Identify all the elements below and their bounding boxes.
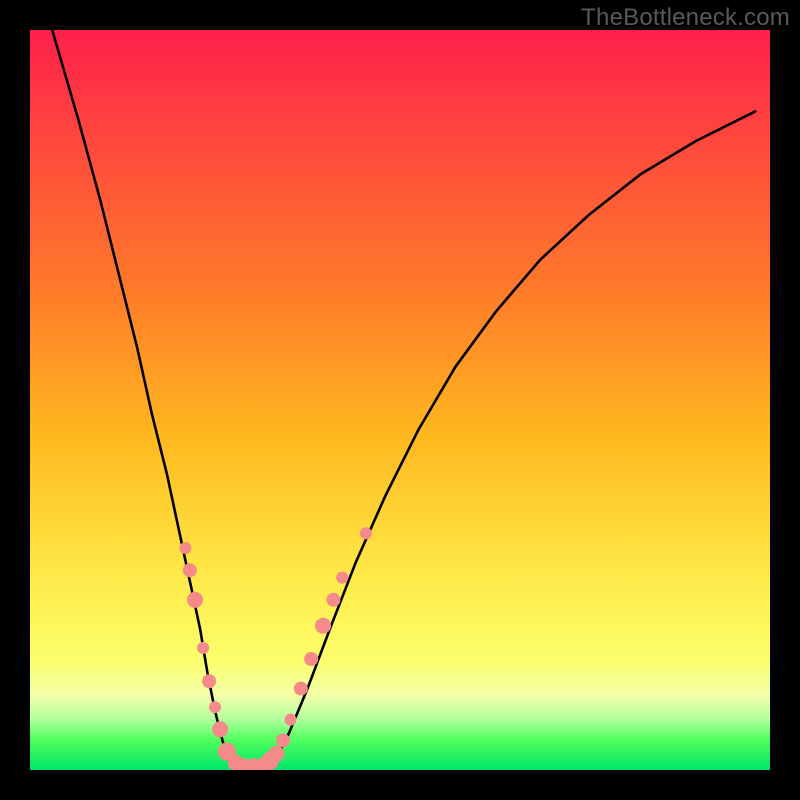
marker-dot [304,652,318,666]
marker-dot [202,674,216,688]
series-curve-right [274,111,755,762]
plot-area [30,30,770,770]
marker-dot [212,721,228,737]
marker-dot [268,746,284,762]
chart-svg [30,30,770,770]
marker-dot [183,563,197,577]
marker-dot [315,618,331,634]
marker-dot [197,642,209,654]
series-layer [52,30,755,766]
marker-layer [179,527,372,770]
marker-dot [284,714,296,726]
watermark-text: TheBottleneck.com [581,4,790,32]
outer-frame: TheBottleneck.com [0,0,800,800]
marker-dot [360,527,372,539]
marker-dot [276,733,290,747]
marker-dot [209,701,221,713]
marker-dot [187,592,203,608]
marker-dot [326,593,340,607]
marker-dot [294,682,308,696]
marker-dot [179,542,191,554]
marker-dot [336,572,348,584]
